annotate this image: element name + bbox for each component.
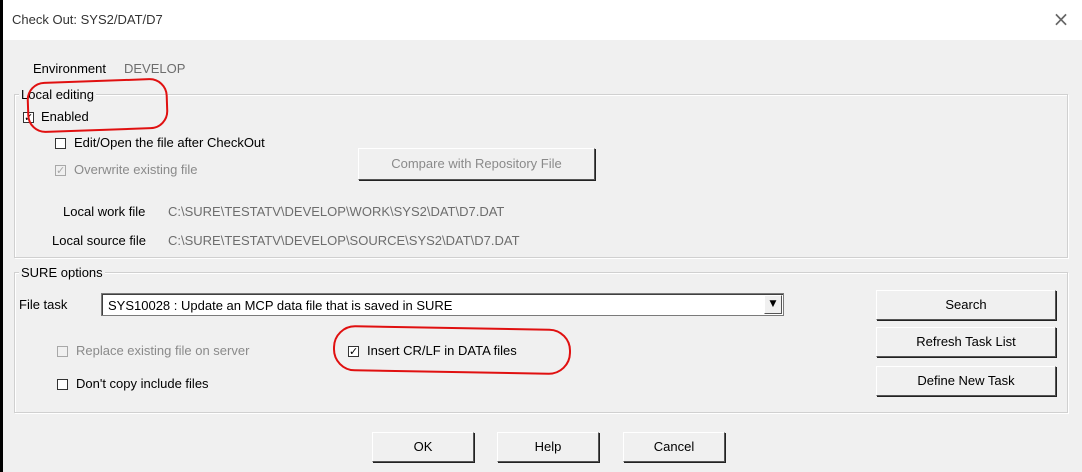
cancel-button[interactable]: Cancel xyxy=(623,432,725,462)
help-button[interactable]: Help xyxy=(497,432,599,462)
environment-label: Environment xyxy=(33,61,106,76)
close-icon[interactable]: × xyxy=(1050,8,1072,30)
local-source-file-label: Local source file xyxy=(52,233,146,248)
compare-repository-button: Compare with Repository File xyxy=(358,148,595,180)
file-task-value: SYS10028 : Update an MCP data file that … xyxy=(108,298,453,313)
local-source-file-value: C:\SURE\TESTATV\DEVELOP\SOURCE\SYS2\DAT\… xyxy=(168,233,520,248)
overwrite-checkbox: ✓ xyxy=(55,165,66,176)
search-button[interactable]: Search xyxy=(876,290,1056,320)
dont-copy-label[interactable]: Don't copy include files xyxy=(76,376,209,391)
refresh-task-list-button[interactable]: Refresh Task List xyxy=(876,327,1056,357)
window-title: Check Out: SYS2/DAT/D7 xyxy=(12,12,163,27)
local-work-file-value: C:\SURE\TESTATV\DEVELOP\WORK\SYS2\DAT\D7… xyxy=(168,204,505,219)
chevron-down-icon[interactable]: ▼ xyxy=(764,295,782,314)
environment-value: DEVELOP xyxy=(124,61,186,76)
checkout-dialog: Check Out: SYS2/DAT/D7 × Environment DEV… xyxy=(0,0,1082,472)
annotation-circle-enabled xyxy=(26,77,169,134)
file-task-select[interactable]: SYS10028 : Update an MCP data file that … xyxy=(101,293,784,316)
define-new-task-button[interactable]: Define New Task xyxy=(876,366,1056,396)
ok-button[interactable]: OK xyxy=(372,432,474,462)
overwrite-label: Overwrite existing file xyxy=(74,162,198,177)
annotation-circle-crlf xyxy=(332,324,572,376)
replace-existing-checkbox xyxy=(57,346,68,357)
dont-copy-checkbox[interactable] xyxy=(57,379,68,390)
title-bar: Check Out: SYS2/DAT/D7 × xyxy=(3,0,1082,40)
sure-options-legend: SURE options xyxy=(19,265,105,280)
check-icon: ✓ xyxy=(56,164,66,177)
file-task-label: File task xyxy=(19,297,68,312)
replace-existing-label: Replace existing file on server xyxy=(76,343,250,358)
edit-open-label[interactable]: Edit/Open the file after CheckOut xyxy=(74,135,265,150)
local-work-file-label: Local work file xyxy=(63,204,146,219)
window-edge xyxy=(0,0,3,472)
edit-open-checkbox[interactable] xyxy=(55,138,66,149)
